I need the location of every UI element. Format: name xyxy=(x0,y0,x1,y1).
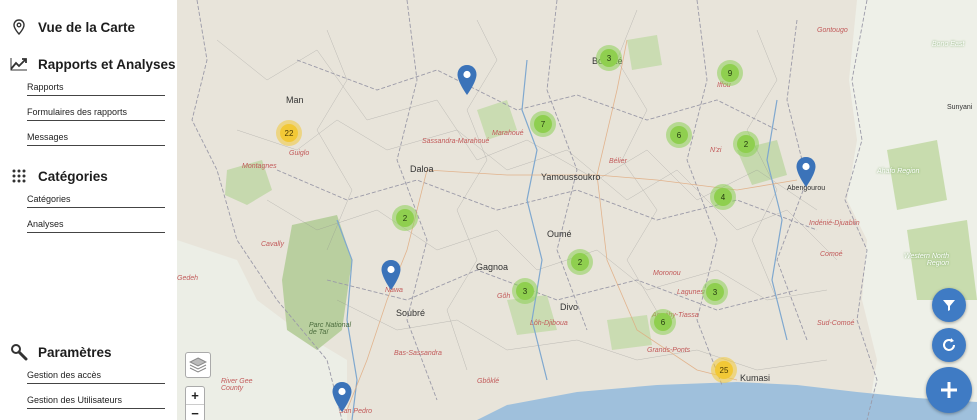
map-label-cavally: Cavally xyxy=(261,241,284,248)
map-cluster[interactable]: 4 xyxy=(710,184,736,210)
wrench-search-icon xyxy=(10,343,28,361)
add-button[interactable] xyxy=(926,367,972,413)
map-label-indenie: Indénié-Djuablin xyxy=(809,220,860,227)
trending-up-icon xyxy=(10,55,28,73)
plus-icon xyxy=(941,382,957,398)
link-report-forms[interactable]: Formulaires des rapports xyxy=(27,107,165,121)
map-label-bas-sassandra: Bas-Sassandra xyxy=(394,350,442,357)
zoom-control: + − xyxy=(185,386,205,420)
link-messages[interactable]: Messages xyxy=(27,132,165,146)
map-cluster[interactable]: 3 xyxy=(512,278,538,304)
map-label-sud-comoe: Sud-Comoé xyxy=(817,320,855,327)
link-categories[interactable]: Catégories xyxy=(27,194,165,208)
refresh-button[interactable] xyxy=(932,328,966,362)
refresh-icon xyxy=(943,338,955,351)
map-label-western-north: Western North Region xyxy=(904,253,949,267)
map-label-soubre: Soubré xyxy=(396,308,426,318)
layers-button[interactable] xyxy=(185,352,211,378)
link-user-management[interactable]: Gestion des Utilisateurs xyxy=(27,395,165,409)
section-reports-title: Rapports et Analyses xyxy=(38,56,176,72)
section-categories-title: Catégories xyxy=(38,168,108,184)
map-cluster[interactable]: 6 xyxy=(666,122,692,148)
map-label-moronou: Moronou xyxy=(653,270,681,277)
section-settings: Paramètres xyxy=(10,343,112,361)
map-canvas[interactable]: Man Guiglo Montagnes Daloa Yamoussoukro … xyxy=(177,0,977,420)
map-cluster[interactable]: 2 xyxy=(567,249,593,275)
map-marker[interactable] xyxy=(331,381,353,413)
filter-button[interactable] xyxy=(932,288,966,322)
map-label-guiglo: Guiglo xyxy=(289,150,310,157)
map-label-yamoussoukro: Yamoussoukro xyxy=(541,172,601,182)
map-cluster[interactable]: 2 xyxy=(392,205,418,231)
map-label-sunyani: Sunyani xyxy=(947,104,973,111)
map-basemap xyxy=(177,0,977,420)
map-cluster[interactable]: 9 xyxy=(717,60,743,86)
map-label-daloa: Daloa xyxy=(410,164,434,174)
map-label-comoe: Comoé xyxy=(820,251,843,258)
map-label-belier: Bélier xyxy=(609,158,627,165)
map-cluster[interactable]: 3 xyxy=(702,279,728,305)
map-label-goh: Gôh xyxy=(497,293,511,300)
map-cluster[interactable]: 25 xyxy=(711,357,737,383)
map-label-kumasi: Kumasi xyxy=(740,373,771,383)
map-label-gbokle: Gbôklé xyxy=(477,378,500,385)
map-cluster[interactable]: 3 xyxy=(596,45,622,71)
section-categories: Catégories xyxy=(10,167,108,185)
map-label-loh-djiboua: Lôh-Djiboua xyxy=(530,320,568,327)
map-label-ahafo: Ahafo Region xyxy=(877,168,920,175)
section-settings-title: Paramètres xyxy=(38,344,112,360)
link-access-management[interactable]: Gestion des accès xyxy=(27,370,165,384)
map-cluster[interactable]: 22 xyxy=(276,120,302,146)
map-label-river-gee: River Gee County xyxy=(221,378,253,392)
link-analyses[interactable]: Analyses xyxy=(27,219,165,233)
map-label-marahoue: Marahoué xyxy=(492,130,524,137)
map-label-gagnoa: Gagnoa xyxy=(476,262,509,272)
nav-map-view-label: Vue de la Carte xyxy=(38,19,136,35)
map-label-parc: Parc National de Taï xyxy=(309,322,352,336)
map-label-man: Man xyxy=(286,95,304,105)
link-reports[interactable]: Rapports xyxy=(27,82,165,96)
map-label-gontougo: Gontougo xyxy=(817,27,848,34)
map-label-grand-ponts: Grands-Ponts xyxy=(647,347,691,354)
map-cluster[interactable]: 7 xyxy=(530,111,556,137)
map-marker[interactable] xyxy=(380,259,402,291)
map-label-sassandra: Sassandra-Marahoué xyxy=(422,138,490,145)
layers-icon xyxy=(189,357,207,373)
sidebar: Vue de la Carte Rapports et Analyses Rap… xyxy=(0,0,177,420)
location-pin-icon xyxy=(10,18,28,36)
map-label-oume: Oumé xyxy=(547,229,572,239)
zoom-out-button[interactable]: − xyxy=(186,404,204,420)
map-label-gedeh: Gedeh xyxy=(177,275,199,282)
filter-icon xyxy=(943,300,955,311)
map-label-divo: Divo xyxy=(560,302,579,312)
map-label-bono-east: Bono East xyxy=(932,41,965,48)
section-reports: Rapports et Analyses xyxy=(10,55,176,73)
map-label-lagunes: Lagunes xyxy=(677,289,704,296)
map-label-nzi: N'zi xyxy=(710,147,722,154)
map-cluster[interactable]: 6 xyxy=(650,309,676,335)
nav-map-view[interactable]: Vue de la Carte xyxy=(10,18,135,36)
map-marker[interactable] xyxy=(456,64,478,96)
map-cluster[interactable]: 2 xyxy=(733,131,759,157)
zoom-in-button[interactable]: + xyxy=(186,387,204,404)
map-label-montagnes: Montagnes xyxy=(242,163,277,170)
grid-dots-icon xyxy=(10,167,28,185)
map-marker[interactable] xyxy=(795,156,817,188)
